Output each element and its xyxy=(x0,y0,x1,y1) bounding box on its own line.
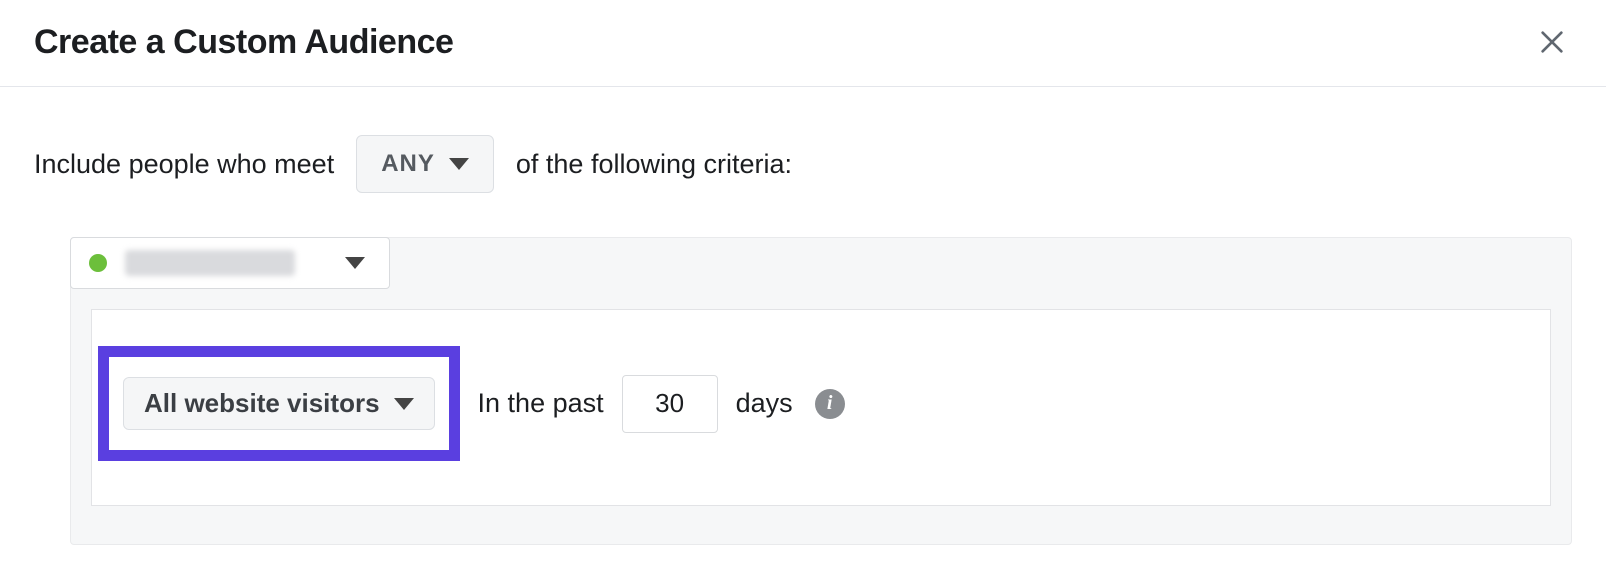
visitor-type-highlight: All website visitors xyxy=(98,346,460,461)
caret-down-icon xyxy=(345,257,365,269)
match-mode-value: ANY xyxy=(381,150,435,178)
days-label: days xyxy=(736,388,793,419)
dialog-header: Create a Custom Audience xyxy=(0,0,1606,87)
dialog-body: Include people who meet ANY of the follo… xyxy=(0,87,1606,575)
close-icon xyxy=(1536,26,1568,58)
pixel-source-row xyxy=(71,238,1571,289)
status-dot-icon xyxy=(89,254,107,272)
match-mode-dropdown[interactable]: ANY xyxy=(356,135,494,193)
in-past-label: In the past xyxy=(478,388,604,419)
caret-down-icon xyxy=(449,158,469,170)
close-button[interactable] xyxy=(1532,22,1572,62)
rule-group: All website visitors In the past days i xyxy=(70,237,1572,545)
days-input[interactable] xyxy=(622,375,718,433)
criteria-suffix: of the following criteria: xyxy=(516,149,792,180)
rule-row: All website visitors In the past days i xyxy=(91,309,1551,506)
visitor-type-dropdown[interactable]: All website visitors xyxy=(123,377,435,430)
pixel-source-dropdown[interactable] xyxy=(70,237,390,289)
visitor-type-value: All website visitors xyxy=(144,388,380,419)
caret-down-icon xyxy=(394,398,414,410)
dialog-title: Create a Custom Audience xyxy=(34,23,453,62)
pixel-source-name-redacted xyxy=(125,250,295,276)
criteria-prefix: Include people who meet xyxy=(34,149,334,180)
info-icon[interactable]: i xyxy=(815,389,845,419)
criteria-sentence: Include people who meet ANY of the follo… xyxy=(34,135,1572,193)
